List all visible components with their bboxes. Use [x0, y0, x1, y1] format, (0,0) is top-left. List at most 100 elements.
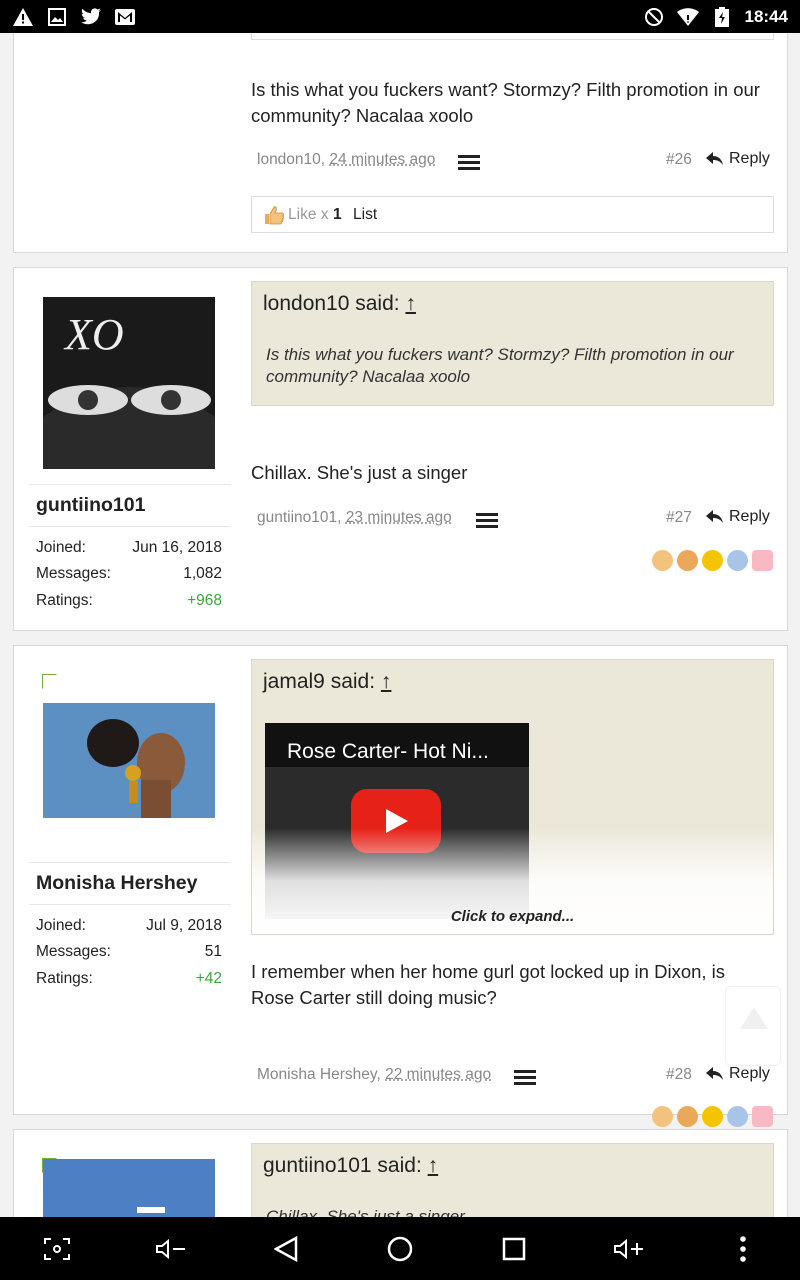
more-icon[interactable] [723, 1229, 763, 1269]
post-time[interactable]: 23 minutes ago [346, 509, 452, 526]
funny-reaction-icon[interactable] [702, 1106, 723, 1127]
reply-label: Reply [729, 1065, 770, 1082]
ratings-value: +968 [187, 592, 222, 609]
quote-body: Is this what you fuckers want? Stormzy? … [266, 345, 734, 386]
post-time[interactable]: 22 minutes ago [385, 1066, 491, 1083]
reply-icon [706, 152, 723, 165]
ratings-row: Ratings: +42 [36, 970, 222, 988]
click-to-expand[interactable]: Click to expand... [252, 908, 773, 925]
likes-bar: Like x 1 List [251, 196, 774, 233]
avatar-text: XO [63, 310, 124, 359]
back-icon[interactable] [266, 1229, 306, 1269]
jump-arrow-icon[interactable]: ↑ [428, 1154, 439, 1177]
messages-row: Messages: 1,082 [36, 565, 222, 583]
divider [29, 862, 231, 863]
home-icon[interactable] [380, 1229, 420, 1269]
joined-value: Jul 9, 2018 [146, 917, 222, 934]
thumbs-up-icon [265, 206, 284, 225]
quote-author: jamal9 said: [263, 670, 381, 693]
informative-reaction-icon[interactable] [727, 1106, 748, 1127]
quote-box: guntiino101 said: ↑ Chillax. She's just … [251, 1143, 774, 1217]
dislike-reaction-icon[interactable] [677, 550, 698, 571]
avatar[interactable] [43, 1159, 215, 1217]
like-reaction-icon[interactable] [652, 1106, 673, 1127]
avatar[interactable] [43, 675, 215, 847]
warning-icon [12, 7, 34, 27]
joined-row: Joined: Jun 16, 2018 [36, 539, 222, 557]
message-text: I remember when her home gurl got locked… [251, 961, 726, 1008]
volume-up-icon[interactable] [609, 1229, 649, 1269]
status-bar: 18:44 [0, 0, 800, 33]
quote-header[interactable]: guntiino101 said: ↑ [263, 1154, 438, 1178]
image-icon [46, 7, 68, 27]
volume-down-icon[interactable] [151, 1229, 191, 1269]
post-meta: guntiino101, 23 minutes ago [257, 509, 452, 527]
scroll-to-top-button[interactable] [725, 986, 781, 1066]
post-28: Monisha Hershey Joined: Jul 9, 2018 Messa… [13, 645, 788, 1127]
quote-body: Chillax. She's just a singer [266, 1207, 465, 1217]
battery-icon [711, 6, 733, 27]
funny-reaction-icon[interactable] [702, 550, 723, 571]
dislike-reaction-icon[interactable] [677, 1106, 698, 1127]
arrow-up-icon [740, 1007, 768, 1029]
avatar[interactable]: XO [43, 297, 215, 469]
messages-value: 51 [204, 943, 222, 960]
avatar-image [43, 1159, 215, 1217]
menu-icon[interactable] [458, 155, 480, 171]
messages-label: Messages: [36, 943, 111, 960]
reactions-bar [652, 550, 773, 571]
message-text: Is this what you fuckers want? Stormzy? … [251, 79, 760, 126]
ratings-label: Ratings: [36, 970, 93, 987]
menu-icon[interactable] [514, 1070, 536, 1086]
video-title[interactable]: Rose Carter- Hot Ni... [287, 740, 489, 764]
screenshot-icon[interactable] [37, 1229, 77, 1269]
post-number[interactable]: #28 [666, 1066, 692, 1084]
reply-label: Reply [729, 508, 770, 525]
menu-icon[interactable] [476, 513, 498, 529]
heart-reaction-icon[interactable] [752, 1106, 773, 1127]
quote-box-bottom [251, 33, 774, 40]
jump-arrow-icon[interactable]: ↑ [381, 670, 392, 693]
author-link[interactable]: Monisha Hershey, [257, 1066, 381, 1083]
reply-icon [706, 510, 723, 523]
divider [29, 904, 231, 905]
ratings-value: +42 [195, 970, 222, 987]
reply-icon [706, 1067, 723, 1080]
post-time[interactable]: 24 minutes ago [329, 151, 435, 168]
jump-arrow-icon[interactable]: ↑ [405, 292, 416, 315]
heart-reaction-icon[interactable] [752, 550, 773, 571]
recents-icon[interactable] [494, 1229, 534, 1269]
message-text: Chillax. She's just a singer [251, 462, 468, 483]
joined-label: Joined: [36, 539, 86, 556]
messages-label: Messages: [36, 565, 111, 582]
author-link[interactable]: guntiino101, [257, 509, 341, 526]
quote-box: jamal9 said: ↑ Rose Carter- Hot Ni... Cl… [251, 659, 774, 935]
divider [29, 484, 231, 485]
quote-box: london10 said: ↑ Is this what you fucker… [251, 281, 774, 406]
reply-button[interactable]: Reply [706, 1065, 770, 1083]
divider [29, 526, 231, 527]
quote-author: london10 said: [263, 292, 406, 315]
thread-content[interactable]: Is this what you fuckers want? Stormzy? … [0, 33, 800, 1217]
username[interactable]: guntiino101 [36, 494, 145, 517]
like-reaction-icon[interactable] [652, 550, 673, 571]
ratings-label: Ratings: [36, 592, 93, 609]
post-number[interactable]: #27 [666, 509, 692, 527]
username[interactable]: Monisha Hershey [36, 872, 197, 895]
post-26: Is this what you fuckers want? Stormzy? … [13, 33, 788, 253]
informative-reaction-icon[interactable] [727, 550, 748, 571]
ratings-row: Ratings: +968 [36, 592, 222, 610]
post-27: XO guntiino101 Joined: Jun 16, 2018 Messa… [13, 267, 788, 631]
reactions-bar [652, 1106, 773, 1127]
reply-button[interactable]: Reply [706, 508, 770, 526]
reply-button[interactable]: Reply [706, 150, 770, 168]
joined-value: Jun 16, 2018 [132, 539, 222, 556]
author-link[interactable]: london10, [257, 151, 325, 168]
joined-label: Joined: [36, 917, 86, 934]
post-meta: london10, 24 minutes ago [257, 151, 435, 169]
post-number[interactable]: #26 [666, 151, 692, 169]
messages-row: Messages: 51 [36, 943, 222, 961]
likes-list-link[interactable]: List [353, 206, 377, 224]
quote-header[interactable]: london10 said: ↑ [263, 292, 416, 316]
quote-header[interactable]: jamal9 said: ↑ [263, 670, 391, 694]
